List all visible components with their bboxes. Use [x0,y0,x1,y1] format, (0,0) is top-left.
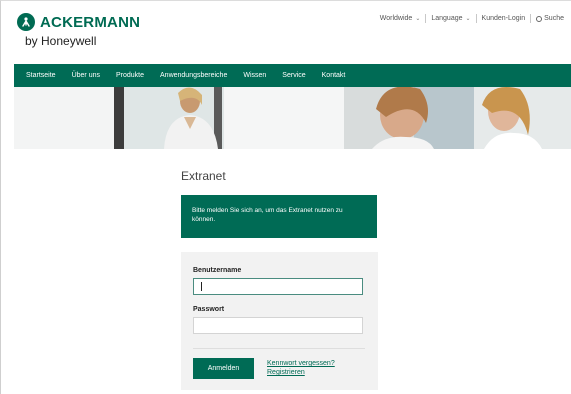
search-button[interactable]: Suche [531,15,569,22]
password-label: Passwort [193,306,225,313]
nav-item-wissen[interactable]: Wissen [235,72,274,79]
nav-item-service[interactable]: Service [274,72,313,79]
browser-frame: ACKERMANN by Honeywell Worldwide ⌄ Langu… [0,0,571,394]
chevron-down-icon: ⌄ [465,16,471,22]
brand-tagline: by Honeywell [25,34,97,48]
nav-item-anwendungsbereiche[interactable]: Anwendungsbereiche [152,72,235,79]
page-title: Extranet [181,169,226,183]
brand-name: ACKERMANN [40,13,141,31]
login-links: Kennwort vergessen? Registrieren [267,359,335,377]
password-field[interactable] [193,317,363,334]
chevron-down-icon: ⌄ [415,16,421,22]
main-nav: Startseite Über uns Produkte Anwendungsb… [14,64,571,87]
logo[interactable]: ACKERMANN by Honeywell [17,13,140,48]
search-label: Suche [544,15,564,22]
login-notice: Bitte melden Sie sich an, um das Extrane… [181,195,377,238]
nav-item-produkte[interactable]: Produkte [108,72,152,79]
worldwide-label: Worldwide [379,15,413,22]
login-form: Benutzername Passwort Anmelden Kennwort … [181,252,378,390]
register-link[interactable]: Registrieren [267,368,335,377]
nav-item-kontakt[interactable]: Kontakt [314,72,354,79]
customer-login-link[interactable]: Kunden-Login [477,15,531,22]
search-icon [536,15,543,22]
customer-login-label: Kunden-Login [481,15,526,22]
utility-nav: Worldwide ⌄ Language ⌄ Kunden-Login Such… [375,14,569,23]
ackermann-logo-icon [17,13,35,31]
nav-item-startseite[interactable]: Startseite [14,72,64,79]
username-field[interactable] [193,278,363,295]
nav-item-ueber-uns[interactable]: Über uns [64,72,108,79]
language-label: Language [431,15,463,22]
hero-banner-image [14,87,571,149]
text-cursor [201,282,202,291]
username-label: Benutzername [193,267,242,274]
login-button[interactable]: Anmelden [193,358,254,379]
worldwide-dropdown[interactable]: Worldwide ⌄ [375,15,426,22]
language-dropdown[interactable]: Language ⌄ [426,15,475,22]
form-divider [193,348,365,349]
forgot-password-link[interactable]: Kennwort vergessen? [267,359,335,368]
